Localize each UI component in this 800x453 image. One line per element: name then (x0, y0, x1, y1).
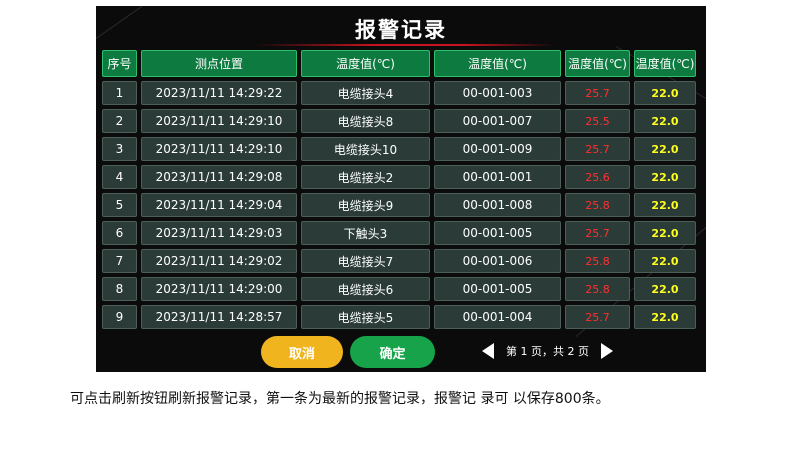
cell-limit-temp: 22.0 (634, 193, 696, 217)
cell-index: 8 (102, 277, 137, 301)
triangle-left-icon[interactable] (482, 343, 494, 359)
column-header: 温度值(℃) (565, 50, 630, 77)
cell-location: 电缆接头7 (301, 249, 430, 273)
cell-location: 电缆接头8 (301, 109, 430, 133)
page-title: 报警记录 (355, 18, 447, 42)
cell-alarm-temp: 25.5 (565, 109, 630, 133)
cell-time: 2023/11/11 14:29:04 (141, 193, 297, 217)
cell-code: 00-001-007 (434, 109, 561, 133)
cell-time: 2023/11/11 14:29:22 (141, 81, 297, 105)
cell-location: 下触头3 (301, 221, 430, 245)
cell-location: 电缆接头6 (301, 277, 430, 301)
cell-location: 电缆接头5 (301, 305, 430, 329)
cell-alarm-temp: 25.7 (565, 137, 630, 161)
cell-code: 00-001-001 (434, 165, 561, 189)
column-header: 温度值(℃) (301, 50, 430, 77)
title-underline (254, 44, 554, 46)
cell-limit-temp: 22.0 (634, 81, 696, 105)
cell-code: 00-001-008 (434, 193, 561, 217)
cell-location: 电缆接头4 (301, 81, 430, 105)
cell-code: 00-001-005 (434, 277, 561, 301)
cell-code: 00-001-005 (434, 221, 561, 245)
cell-time: 2023/11/11 14:29:10 (141, 109, 297, 133)
cell-alarm-temp: 25.7 (565, 81, 630, 105)
cell-index: 5 (102, 193, 137, 217)
cell-index: 3 (102, 137, 137, 161)
cell-location: 电缆接头10 (301, 137, 430, 161)
cell-time: 2023/11/11 14:29:03 (141, 221, 297, 245)
cell-alarm-temp: 25.7 (565, 305, 630, 329)
column-header: 序号 (102, 50, 137, 77)
cell-limit-temp: 22.0 (634, 249, 696, 273)
cell-limit-temp: 22.0 (634, 221, 696, 245)
cell-alarm-temp: 25.8 (565, 193, 630, 217)
cell-location: 电缆接头9 (301, 193, 430, 217)
column-header: 温度值(℃) (634, 50, 696, 77)
cell-alarm-temp: 25.7 (565, 221, 630, 245)
cell-limit-temp: 22.0 (634, 277, 696, 301)
column-header: 测点位置 (141, 50, 297, 77)
cell-index: 2 (102, 109, 137, 133)
page-indicator: 第 1 页，共 2 页 (506, 345, 589, 358)
cell-index: 6 (102, 221, 137, 245)
alarm-record-panel: 报警记录 序号 测点位置 温度值(℃) 温度值(℃) 温度值(℃) 温度值(℃) 1 2023… (96, 6, 706, 372)
cell-index: 7 (102, 249, 137, 273)
caption-text: 可点击刷新按钮刷新报警记录，第一条为最新的报警记录，报警记 录可 以保存800条… (70, 391, 610, 407)
triangle-right-icon[interactable] (600, 343, 613, 359)
confirm-button[interactable]: 确定 (350, 336, 435, 368)
column-header: 温度值(℃) (434, 50, 561, 77)
cell-code: 00-001-006 (434, 249, 561, 273)
cell-limit-temp: 22.0 (634, 109, 696, 133)
cell-time: 2023/11/11 14:29:10 (141, 137, 297, 161)
cell-time: 2023/11/11 14:29:02 (141, 249, 297, 273)
cell-index: 9 (102, 305, 137, 329)
cancel-button[interactable]: 取消 (261, 336, 343, 368)
cell-code: 00-001-009 (434, 137, 561, 161)
cell-limit-temp: 22.0 (634, 305, 696, 329)
cell-limit-temp: 22.0 (634, 165, 696, 189)
cell-location: 电缆接头2 (301, 165, 430, 189)
cell-time: 2023/11/11 14:29:00 (141, 277, 297, 301)
pagination: 第 1 页，共 2 页 (482, 343, 613, 359)
cell-code: 00-001-004 (434, 305, 561, 329)
cell-code: 00-001-003 (434, 81, 561, 105)
cell-index: 4 (102, 165, 137, 189)
cell-time: 2023/11/11 14:29:08 (141, 165, 297, 189)
cell-limit-temp: 22.0 (634, 137, 696, 161)
cell-alarm-temp: 25.8 (565, 277, 630, 301)
cell-alarm-temp: 25.8 (565, 249, 630, 273)
cell-index: 1 (102, 81, 137, 105)
cell-alarm-temp: 25.6 (565, 165, 630, 189)
cell-time: 2023/11/11 14:28:57 (141, 305, 297, 329)
